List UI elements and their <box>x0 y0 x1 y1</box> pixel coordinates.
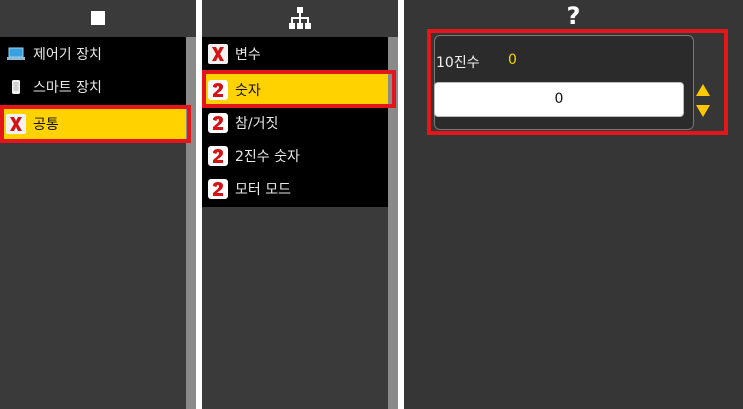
list-item-label: 공통 <box>33 117 59 133</box>
list-item-motor-mode[interactable]: 모터 모드 <box>202 172 388 205</box>
list-item-label: 참/거짓 <box>235 115 279 132</box>
block-list: 변수 숫자 참/거짓 2진수 숫자 모터 모드 <box>202 37 388 207</box>
panel-header <box>202 0 398 37</box>
list-item-label: 스마트 장치 <box>33 79 102 96</box>
list-item-boolean[interactable]: 참/거짓 <box>202 106 388 139</box>
number-two-icon <box>208 112 228 133</box>
device-category-panel: 제어기 장치 스마트 장치 공통 <box>0 0 196 409</box>
scrollbar[interactable] <box>186 37 196 409</box>
increment-arrow-icon[interactable] <box>695 82 711 96</box>
field-value: 0 <box>508 52 517 68</box>
list-item-label: 2진수 숫자 <box>235 148 300 165</box>
field-label: 10진수 <box>436 55 480 71</box>
monitor-icon <box>6 44 26 64</box>
block-category-panel: 변수 숫자 참/거짓 2진수 숫자 모터 모드 <box>202 0 398 409</box>
panel-header <box>0 0 196 37</box>
list-item-common[interactable]: 공통 <box>0 107 186 141</box>
number-input[interactable]: 0 <box>434 82 684 117</box>
question-icon: ? <box>566 2 581 30</box>
category-list: 제어기 장치 스마트 장치 공통 <box>0 37 186 141</box>
hierarchy-icon <box>288 6 312 34</box>
decrement-arrow-icon[interactable] <box>695 103 711 117</box>
list-item-number[interactable]: 숫자 <box>202 73 388 106</box>
list-item-label: 숫자 <box>235 82 261 99</box>
list-item-label: 변수 <box>235 46 261 63</box>
list-item-controller-device[interactable]: 제어기 장치 <box>0 37 186 70</box>
red-x-icon <box>6 114 26 134</box>
list-item-variable[interactable]: 변수 <box>202 37 388 70</box>
red-x-icon <box>208 43 228 64</box>
scrollbar[interactable] <box>388 37 398 409</box>
list-item-label: 제어기 장치 <box>33 46 102 63</box>
phone-icon <box>6 77 26 97</box>
list-item-smart-device[interactable]: 스마트 장치 <box>0 70 186 103</box>
square-icon <box>91 11 105 25</box>
panel-header: ? <box>404 0 743 37</box>
list-item-label: 모터 모드 <box>235 181 291 198</box>
list-item-binary-number[interactable]: 2진수 숫자 <box>202 139 388 172</box>
number-two-icon <box>208 178 228 199</box>
number-two-icon <box>208 79 228 100</box>
number-two-icon <box>208 145 228 166</box>
